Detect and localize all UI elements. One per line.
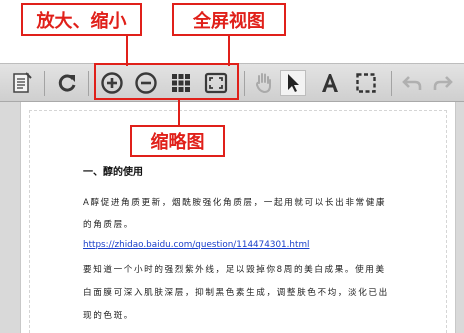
hand-icon <box>255 73 271 94</box>
hand-tool-button[interactable] <box>251 70 277 96</box>
marquee-select-button[interactable] <box>353 70 379 96</box>
thumbnail-callout-connector <box>178 100 180 125</box>
doc-paragraph-line: 白面膜可深入肌肤深层，抑制黑色素生成，调整肤色不均，淡化已出 <box>83 288 389 298</box>
doc-paragraph-line: A醇促进角质更新，烟酰胺强化角质层，一起用就可以长出非常健康 <box>83 198 387 208</box>
doc-paragraph-line: 要知道一个小时的强烈紫外线，足以毁掉你8周的美白成果。使用美 <box>83 265 386 275</box>
document-icon <box>13 72 32 93</box>
redo-icon <box>433 76 453 90</box>
refresh-icon <box>58 74 76 92</box>
thumbnail-callout: 缩略图 <box>130 125 225 157</box>
toolbar-separator <box>244 71 245 96</box>
toolbar-separator <box>391 71 392 96</box>
pointer-icon <box>288 74 299 92</box>
undo-button[interactable] <box>399 70 425 96</box>
select-tool-button[interactable] <box>280 70 306 96</box>
document-properties-button[interactable] <box>9 70 35 96</box>
zoom-callout: 放大、缩小 <box>21 3 142 36</box>
toolbar-separator <box>44 71 45 96</box>
text-icon <box>322 74 338 92</box>
doc-paragraph-line: 现的色斑。 <box>83 311 134 321</box>
doc-heading: 一、醇的使用 <box>83 167 143 178</box>
text-select-button[interactable] <box>317 70 343 96</box>
toolbar-separator <box>88 71 89 96</box>
document-viewer[interactable] <box>0 102 464 333</box>
fullscreen-callout-connector <box>228 36 230 66</box>
doc-link[interactable]: https://zhidao.baidu.com/question/114474… <box>83 240 309 250</box>
doc-paragraph-line: 的角质层。 <box>83 220 134 230</box>
undo-icon <box>402 76 422 90</box>
zoom-callout-connector <box>126 36 128 66</box>
fullscreen-callout: 全屏视图 <box>172 3 286 36</box>
marquee-icon <box>356 73 376 93</box>
zoom-tools-highlight <box>94 63 239 100</box>
redo-button[interactable] <box>430 70 456 96</box>
refresh-button[interactable] <box>54 70 80 96</box>
